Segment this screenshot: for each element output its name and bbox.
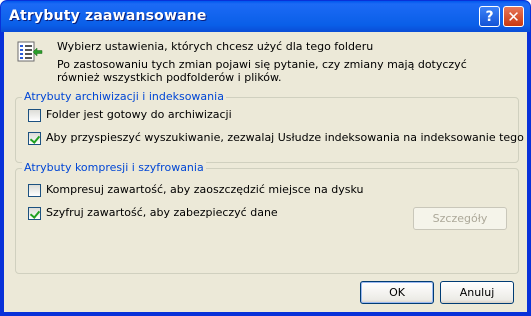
compress-label[interactable]: Kompresuj zawartość, aby zaoszczędzić mi… bbox=[46, 183, 364, 196]
dialog-content: Wybierz ustawienia, których chcesz użyć … bbox=[4, 32, 530, 312]
close-button[interactable]: ✕ bbox=[503, 6, 524, 27]
intro-note: Po zastosowaniu tych zmian pojawi się py… bbox=[57, 58, 467, 84]
archive-index-group: Atrybuty archiwizacji i indeksowania Fol… bbox=[15, 90, 530, 163]
compress-group-legend: Atrybuty kompresji i szyfrowania bbox=[22, 161, 206, 174]
encrypt-label[interactable]: Szyfruj zawartość, aby zabezpieczyć dane bbox=[46, 206, 278, 219]
dialog-title: Atrybuty zaawansowane bbox=[9, 8, 207, 24]
folder-settings-icon bbox=[17, 41, 43, 62]
window-bottom-border bbox=[1, 312, 530, 315]
indexing-checkbox[interactable] bbox=[28, 132, 41, 145]
compress-checkbox[interactable] bbox=[28, 184, 41, 197]
archive-ready-checkbox[interactable] bbox=[28, 109, 41, 122]
archive-group-legend: Atrybuty archiwizacji i indeksowania bbox=[22, 90, 226, 103]
help-button[interactable]: ? bbox=[479, 6, 500, 27]
title-bar[interactable]: Atrybuty zaawansowane ? ✕ bbox=[1, 1, 530, 32]
compress-encrypt-group: Atrybuty kompresji i szyfrowania Kompres… bbox=[15, 161, 519, 274]
dialog-window: Atrybuty zaawansowane ? ✕ Wybierz ustawi… bbox=[0, 0, 531, 316]
archive-ready-label[interactable]: Folder jest gotowy do archiwizacji bbox=[46, 108, 232, 121]
ok-button[interactable]: OK bbox=[360, 281, 434, 304]
cancel-button[interactable]: Anuluj bbox=[440, 281, 514, 304]
indexing-label[interactable]: Aby przyspieszyć wyszukiwanie, zezwalaj … bbox=[46, 131, 530, 144]
intro-text: Wybierz ustawienia, których chcesz użyć … bbox=[57, 40, 374, 53]
details-button[interactable]: Szczegóły bbox=[413, 207, 507, 230]
encrypt-checkbox[interactable] bbox=[28, 207, 41, 220]
